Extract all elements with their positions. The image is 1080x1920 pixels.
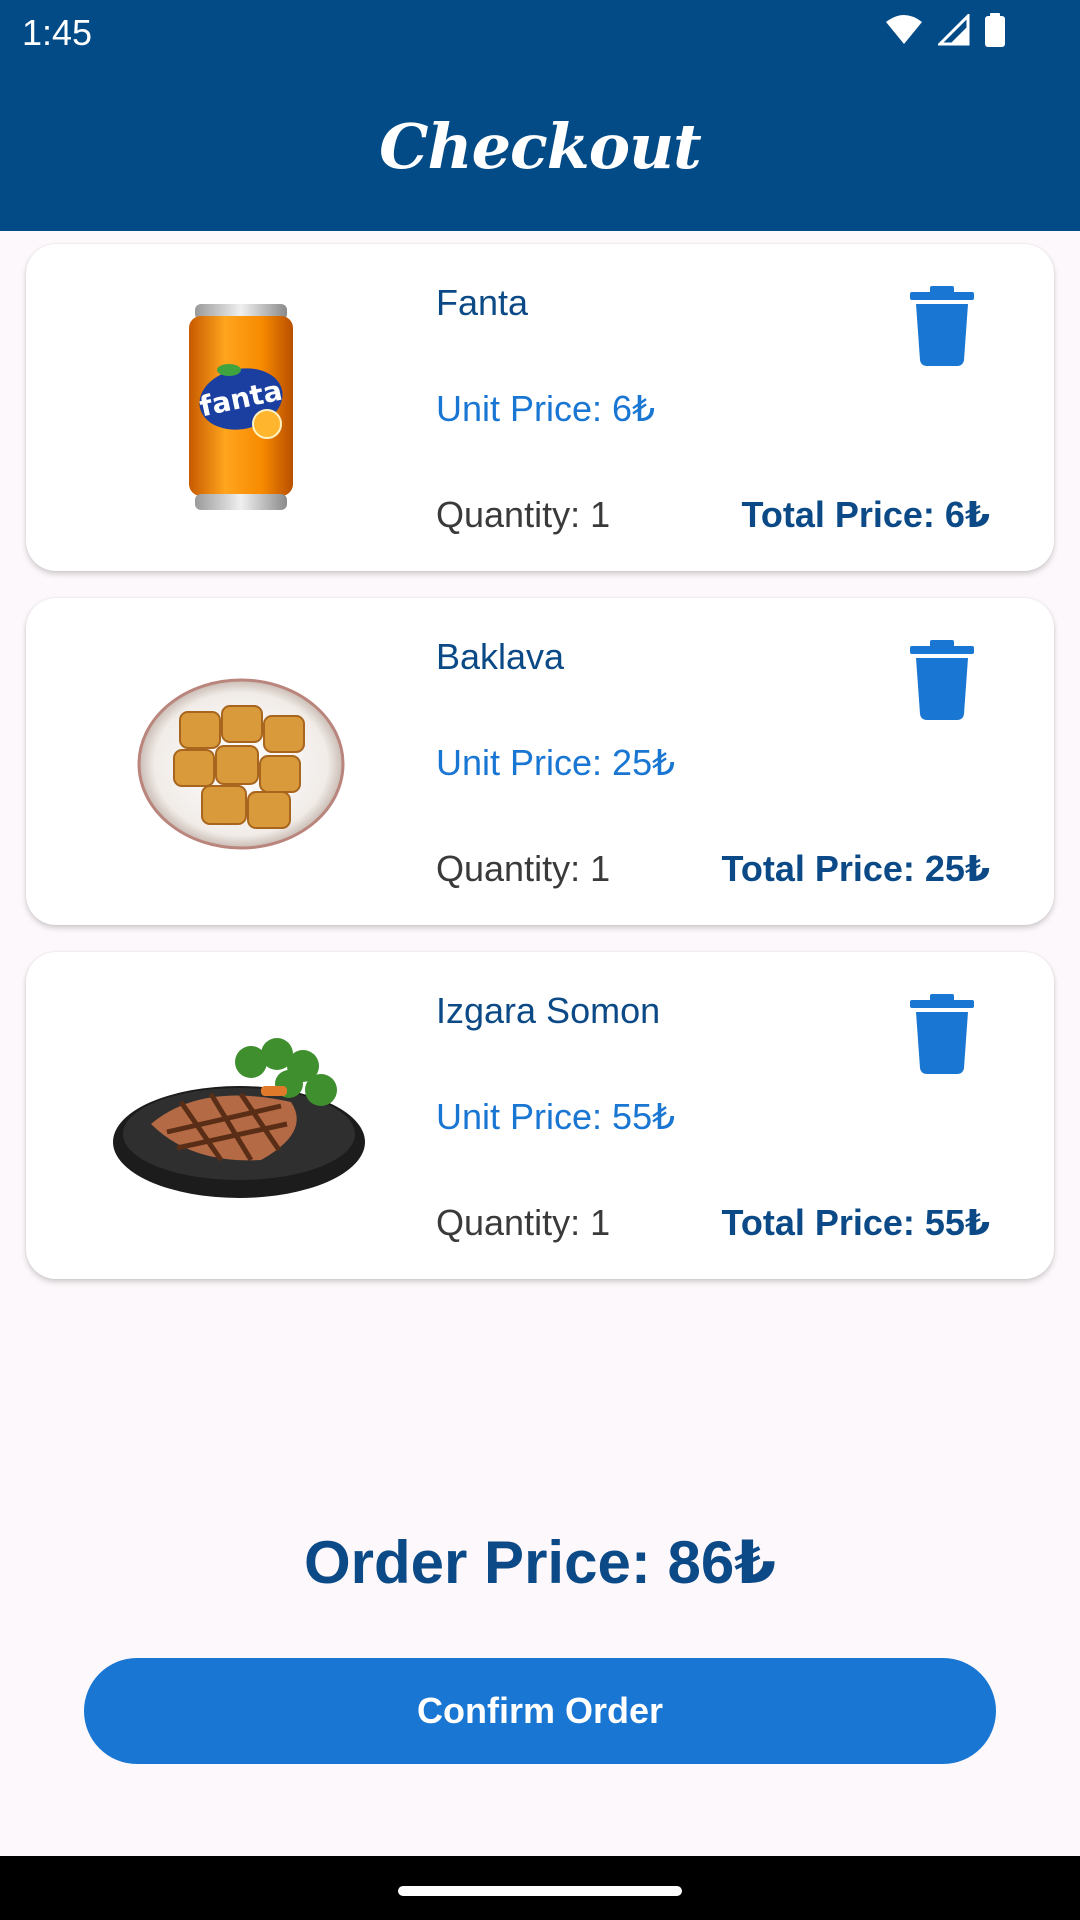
- item-total-price: Total Price: 55₺: [721, 1202, 990, 1243]
- order-price: Order Price: 86₺: [304, 1529, 776, 1596]
- system-nav-bar: [0, 1856, 1080, 1920]
- trash-icon[interactable]: [910, 286, 974, 366]
- item-name: Izgara Somon: [436, 990, 661, 1031]
- item-quantity: Quantity: 1: [436, 1202, 611, 1243]
- confirm-order-button[interactable]: Confirm Order: [84, 1658, 996, 1764]
- signal-icon: [938, 14, 970, 46]
- item-total-price: Total Price: 25₺: [721, 848, 990, 889]
- grilled-salmon-image: [86, 992, 396, 1242]
- item-total-price: Total Price: 6₺: [741, 494, 990, 535]
- home-gesture-handle[interactable]: [398, 1886, 682, 1896]
- item-name: Fanta: [436, 282, 529, 323]
- battery-icon: [985, 13, 1005, 47]
- item-unit-price: Unit Price: 6₺: [436, 388, 655, 429]
- item-unit-price: Unit Price: 55₺: [436, 1096, 675, 1137]
- status-icons: [884, 12, 1006, 48]
- top-app-bar: Checkout: [0, 64, 1080, 231]
- cart-item-card[interactable]: fanta Fanta Unit Price: 6₺ Quantity: 1 T…: [26, 244, 1054, 571]
- cart-item-card[interactable]: Izgara Somon Unit Price: 55₺ Quantity: 1…: [26, 952, 1054, 1279]
- item-unit-price: Unit Price: 25₺: [436, 742, 675, 783]
- item-quantity: Quantity: 1: [436, 848, 611, 889]
- wifi-icon: [886, 15, 922, 44]
- status-time: 1:45: [22, 12, 93, 53]
- status-bar: 1:45: [0, 0, 1080, 64]
- item-name: Baklava: [436, 636, 565, 677]
- item-quantity: Quantity: 1: [436, 494, 611, 535]
- page-title: Checkout: [379, 110, 702, 183]
- baklava-plate-image: [86, 638, 396, 888]
- cart-item-card[interactable]: Baklava Unit Price: 25₺ Quantity: 1 Tota…: [26, 598, 1054, 925]
- fanta-can-image: fanta: [86, 284, 396, 534]
- trash-icon[interactable]: [910, 640, 974, 720]
- trash-icon[interactable]: [910, 994, 974, 1074]
